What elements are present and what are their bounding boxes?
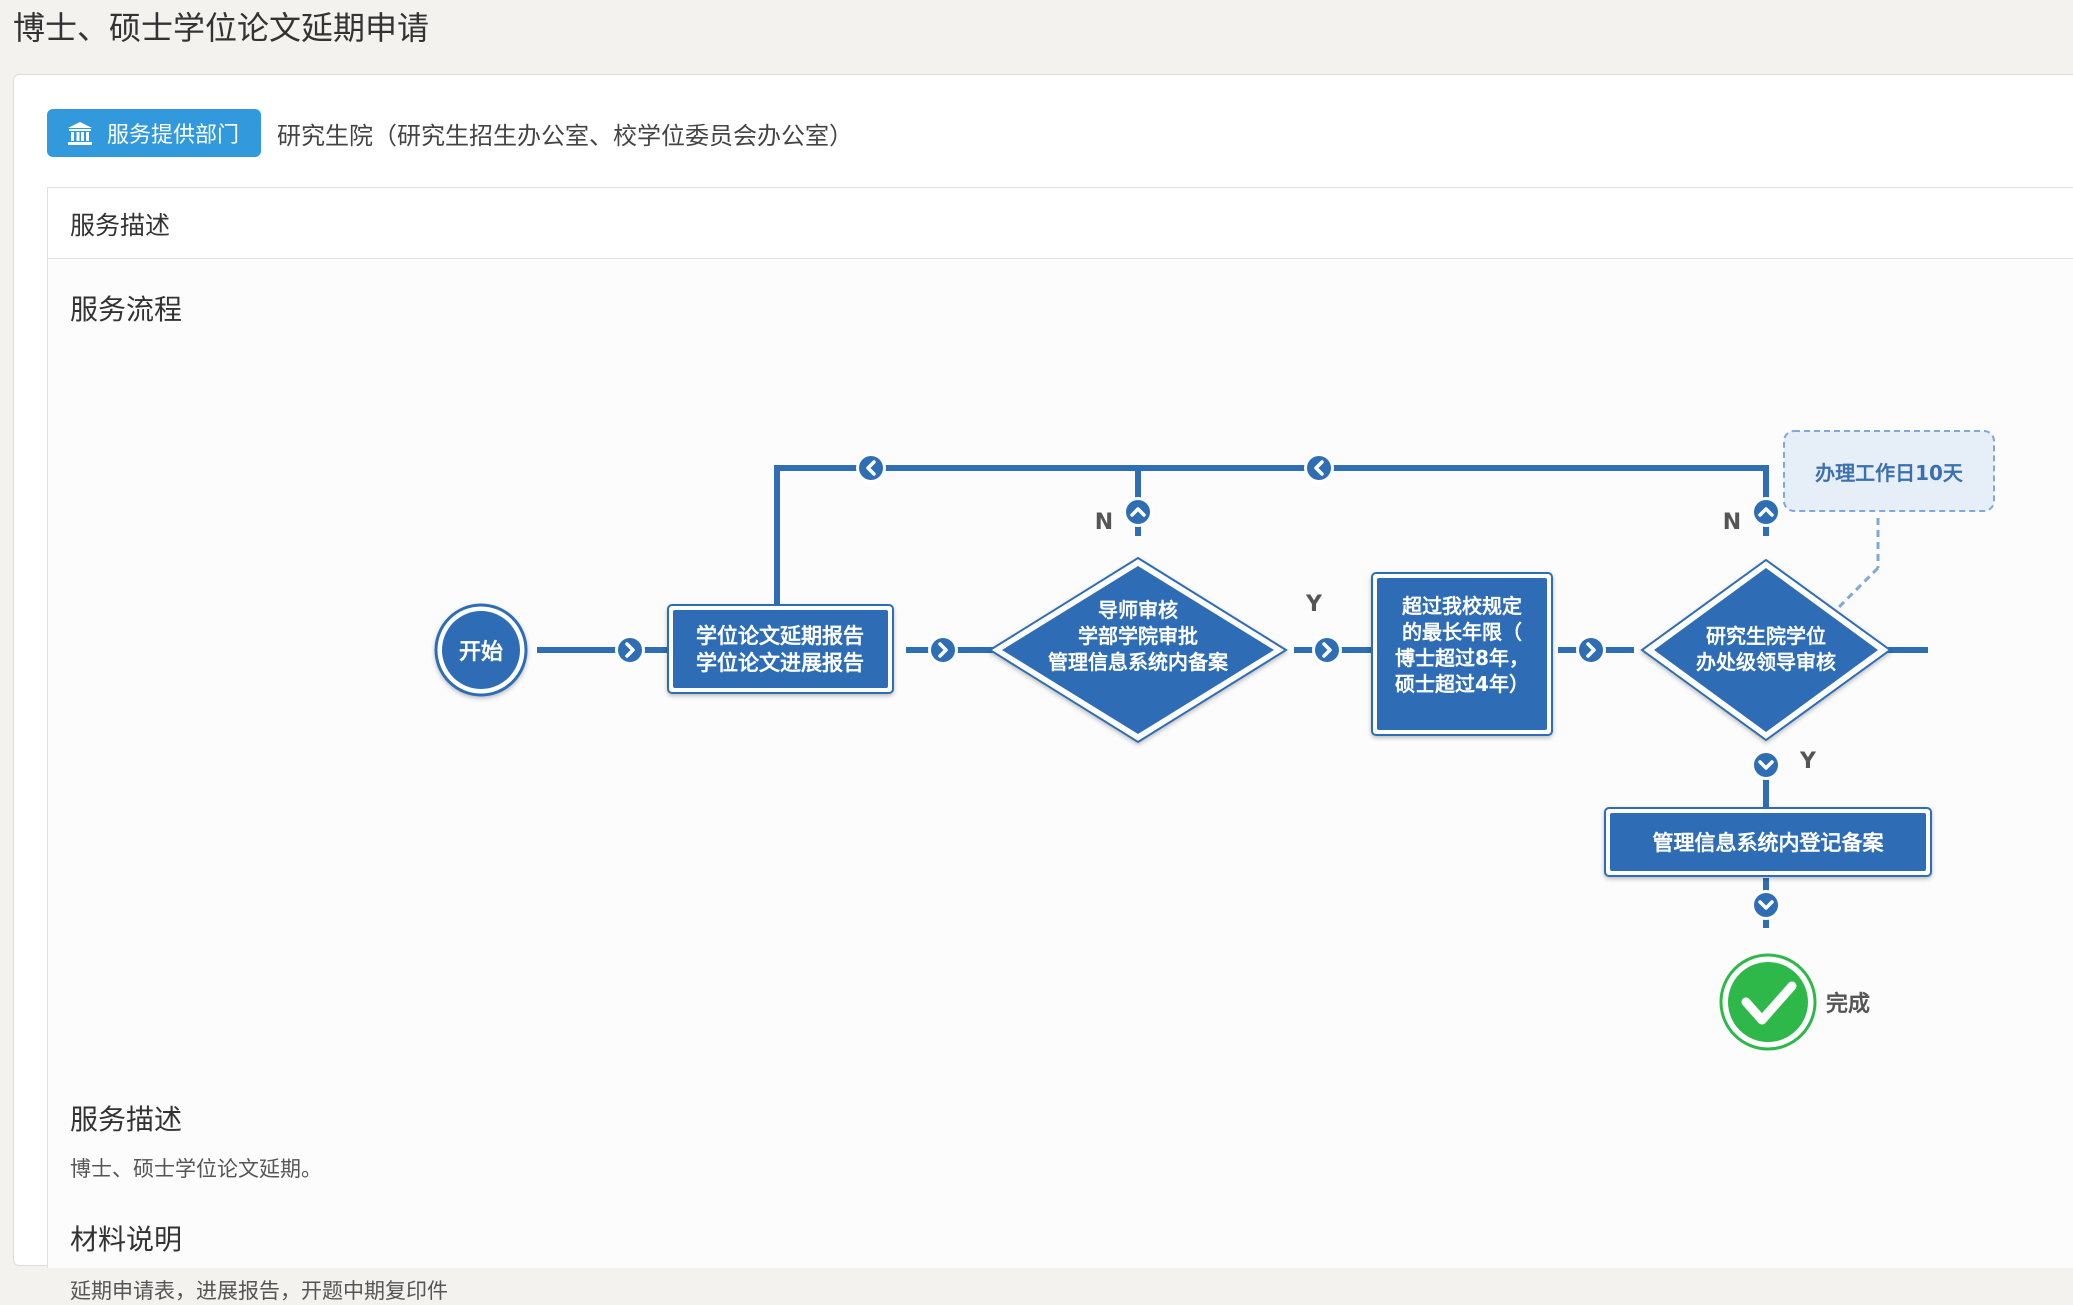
materials-title: 材料说明 bbox=[70, 1223, 183, 1256]
department-name: 研究生院（研究生招生办公室、校学位委员会办公室） bbox=[277, 121, 854, 150]
flow-decision-advisor-line2: 学部学院审批 bbox=[1078, 624, 1198, 648]
chevron-left-icon bbox=[1304, 453, 1334, 483]
department-row: 服务提供部门 研究生院（研究生招生办公室、校学位委员会办公室） bbox=[47, 109, 853, 157]
flow-done-icon bbox=[1719, 953, 1817, 1051]
flow-step-limit-line1: 超过我校规定 bbox=[1401, 594, 1522, 618]
flow-done-label: 完成 bbox=[1826, 991, 1870, 1017]
department-badge-label: 服务提供部门 bbox=[107, 123, 240, 148]
flow-start-label: 开始 bbox=[459, 639, 503, 665]
flow-decision-advisor-line3: 管理信息系统内备案 bbox=[1048, 650, 1229, 674]
flow-step-limit-line2: 的最长年限（ bbox=[1402, 620, 1522, 644]
flow-label-n-office: N bbox=[1723, 510, 1741, 535]
page-title: 博士、硕士学位论文延期申请 bbox=[13, 9, 430, 47]
flow-label-n-advisor: N bbox=[1095, 510, 1113, 535]
chevron-down-icon bbox=[1751, 890, 1781, 920]
chevron-down-icon bbox=[1751, 750, 1781, 780]
flow-step-report-line1: 学位论文延期报告 bbox=[696, 624, 864, 648]
flow-label-y-office: Y bbox=[1799, 749, 1817, 774]
description-text: 博士、硕士学位论文延期。 bbox=[70, 1157, 322, 1181]
flow-note-label: 办理工作日10天 bbox=[1815, 461, 1964, 485]
chevron-right-icon bbox=[1312, 635, 1342, 665]
flow-decision-office-line1: 研究生院学位 bbox=[1706, 624, 1826, 648]
chevron-up-icon bbox=[1751, 497, 1781, 527]
flow-label-y-advisor: Y bbox=[1305, 592, 1323, 617]
note-connector-tail bbox=[1836, 566, 1880, 610]
flow-step-limit-line3: 博士超过8年， bbox=[1395, 646, 1529, 670]
flow-step-report bbox=[667, 604, 894, 694]
flow-step-register-label: 管理信息系统内登记备案 bbox=[1653, 831, 1885, 855]
flow-decision-office-line2: 办处级领导审核 bbox=[1696, 650, 1836, 674]
materials-text: 延期申请表，进展报告，开题中期复印件 bbox=[70, 1279, 448, 1303]
department-badge: 服务提供部门 bbox=[47, 109, 262, 157]
service-detail: 服务描述 服务流程 开始 学位论文延期报告 学位论文进展报告 导师审核 学部学院… bbox=[47, 187, 2073, 1303]
flow-step-limit-line4: 硕士超过4年） bbox=[1395, 672, 1529, 696]
description-title: 服务描述 bbox=[70, 1103, 183, 1136]
service-panel: 服务提供部门 研究生院（研究生招生办公室、校学位委员会办公室） 服务描述 服务流… bbox=[13, 74, 2073, 1303]
flowchart: 开始 学位论文延期报告 学位论文进展报告 导师审核 学部学院审批 管理信息系统内… bbox=[434, 430, 1995, 1051]
chevron-left-icon bbox=[856, 453, 886, 483]
chevron-up-icon bbox=[1123, 497, 1153, 527]
chevron-right-icon bbox=[928, 635, 958, 665]
chevron-right-icon bbox=[615, 635, 645, 665]
flow-step-report-line2: 学位论文进展报告 bbox=[696, 651, 864, 675]
bank-icon bbox=[68, 122, 92, 145]
chevron-right-icon bbox=[1576, 635, 1606, 665]
flow-decision-advisor-line1: 导师审核 bbox=[1098, 598, 1178, 622]
